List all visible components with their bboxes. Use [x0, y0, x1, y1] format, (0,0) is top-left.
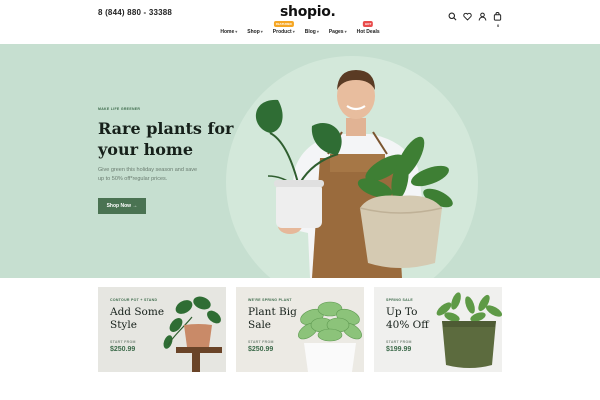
site-logo[interactable]: shopio.	[280, 4, 336, 20]
search-icon[interactable]	[448, 8, 457, 21]
potted-plant-on-stand-image	[163, 296, 222, 372]
nav-item-hot-deals[interactable]: HOT Hot Deals	[356, 21, 380, 35]
chevron-down-icon: ▾	[316, 29, 319, 34]
featured-badge: FEATURED	[273, 21, 294, 27]
arrow-right-icon: →	[132, 203, 138, 209]
fittonia-plant-image	[298, 301, 362, 372]
succulent-plant-image	[436, 292, 502, 368]
phone-number[interactable]: 8 (844) 880 - 33388	[98, 8, 172, 17]
nav-item-home[interactable]: Home▾	[220, 29, 237, 35]
nav-item-label: Product	[272, 29, 292, 35]
promo-card-spring-sale[interactable]: SPRING SALE Up To 40% Off START FROM $19…	[374, 287, 502, 372]
card-tag: CONTOUR POT + STAND	[110, 298, 158, 302]
hero-description: Give green this holiday season and save …	[98, 166, 218, 184]
nav-item-label: Shop	[247, 29, 260, 35]
cart-icon[interactable]: 0	[493, 8, 502, 28]
card-title-line: Sale	[248, 319, 272, 331]
card-price: $199.99	[386, 346, 412, 353]
card-price: $250.99	[248, 346, 274, 353]
hero-tagline: MAKE LIFE GREENER	[98, 107, 141, 111]
shop-now-button[interactable]: Shop Now →	[98, 198, 146, 214]
card-tag: WE'RE SPRING PLANT	[248, 298, 292, 302]
card-price: $250.99	[110, 346, 136, 353]
user-icon[interactable]	[478, 8, 487, 21]
hero-title-line: your home	[98, 140, 194, 159]
nav-item-label: Hot Deals	[356, 29, 380, 35]
gardener-holding-plants-image	[255, 70, 453, 278]
hot-badge: HOT	[362, 21, 374, 27]
nav-item-blog[interactable]: Blog▾	[305, 29, 319, 35]
site-header: 8 (844) 880 - 33388 shopio. 0 Home▾ Shop…	[0, 0, 600, 42]
promo-card-add-style[interactable]: CONTOUR POT + STAND Add Some Style START…	[98, 287, 226, 372]
shop-now-label: Shop Now	[106, 203, 132, 209]
nav-item-pages[interactable]: Pages▾	[329, 29, 347, 35]
nav-item-label: Blog	[304, 29, 316, 35]
nav-item-label: Home	[220, 29, 235, 35]
chevron-down-icon: ▾	[235, 29, 238, 34]
hero-description-line: up to 50% off*regular prices.	[98, 176, 168, 182]
chevron-down-icon: ▾	[344, 29, 347, 34]
hero-title: Rare plants for your home	[98, 118, 258, 160]
card-price-label: START FROM	[248, 340, 274, 344]
card-title-line: Plant Big	[248, 306, 297, 318]
card-price-label: START FROM	[110, 340, 136, 344]
nav-item-label: Pages	[328, 29, 344, 35]
promo-cards: CONTOUR POT + STAND Add Some Style START…	[98, 287, 502, 372]
chevron-down-icon: ▾	[260, 29, 263, 34]
card-title-line: Up To	[386, 306, 418, 318]
chevron-down-icon: ▾	[292, 29, 295, 34]
promo-card-plant-big-sale[interactable]: WE'RE SPRING PLANT Plant Big Sale START …	[236, 287, 364, 372]
heart-icon[interactable]	[463, 8, 472, 21]
nav-item-shop[interactable]: Shop▾	[247, 29, 263, 35]
card-tag: SPRING SALE	[386, 298, 414, 302]
hero-title-line: Rare plants for	[98, 119, 234, 138]
header-actions: 0	[448, 8, 502, 28]
hero-banner: MAKE LIFE GREENER Rare plants for your h…	[0, 44, 600, 278]
hero-description-line: Give green this holiday season and save	[98, 167, 198, 173]
card-title-line: 40% Off	[386, 319, 429, 331]
card-title-line: Style	[110, 319, 137, 331]
main-nav: Home▾ Shop▾ FEATURED Product▾ Blog▾ Page…	[0, 21, 600, 35]
card-price-label: START FROM	[386, 340, 412, 344]
nav-item-product[interactable]: FEATURED Product▾	[272, 21, 295, 35]
